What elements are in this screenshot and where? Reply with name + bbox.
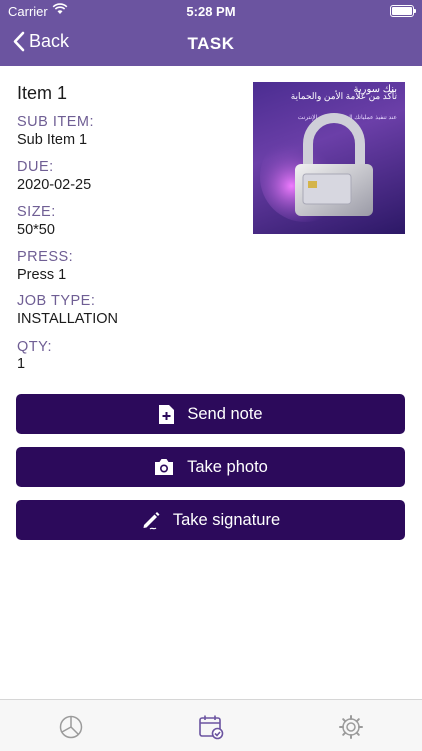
send-note-label: Send note [187,404,263,423]
item-title: Item 1 [17,83,68,103]
press-label: PRESS: [17,249,74,265]
tab-stats[interactable] [58,714,84,740]
calendar-check-icon [199,715,224,740]
page-title: TASK [187,34,235,53]
size-value: 50*50 [17,222,55,238]
status-bar: Carrier 5:28 PM [0,0,422,22]
size-label: SIZE: [17,204,56,220]
ad-brand: بنك سورية [353,84,397,95]
chart-icon [59,715,83,739]
nav-bar: Back TASK [0,22,422,66]
take-photo-button[interactable]: Take photo [16,447,405,487]
header: Carrier 5:28 PM Back TASK [0,0,422,66]
due-value: 2020-02-25 [17,177,92,193]
tab-tasks[interactable] [198,714,224,740]
job-type-value: INSTALLATION [17,311,118,327]
sub-item-value: Sub Item 1 [17,132,88,148]
qty-label: QTY: [17,339,53,355]
job-type-label: JOB TYPE: [17,293,96,309]
qty-value: 1 [17,356,26,372]
camera-icon [155,459,174,475]
tab-bar [0,699,422,751]
take-photo-label: Take photo [187,457,268,476]
take-signature-button[interactable]: Take signature [16,500,405,540]
tab-settings[interactable] [338,714,364,740]
send-note-button[interactable]: Send note [16,394,405,434]
padlock-icon [260,113,373,222]
add-note-icon [159,404,175,424]
ad-banner[interactable]: تأكد من علامة الأمن والحماية عند تنفيذ ع… [253,82,405,234]
signature-pen-icon [143,512,160,530]
sub-item-label: SUB ITEM: [17,114,95,130]
battery-icon [390,5,416,17]
gear-icon [339,715,363,739]
take-signature-label: Take signature [172,510,281,529]
status-time: 5:28 PM [186,4,236,19]
due-label: DUE: [17,159,54,175]
press-value: Press 1 [17,267,67,283]
ad-brand-logo: بنك سورية [353,84,397,95]
